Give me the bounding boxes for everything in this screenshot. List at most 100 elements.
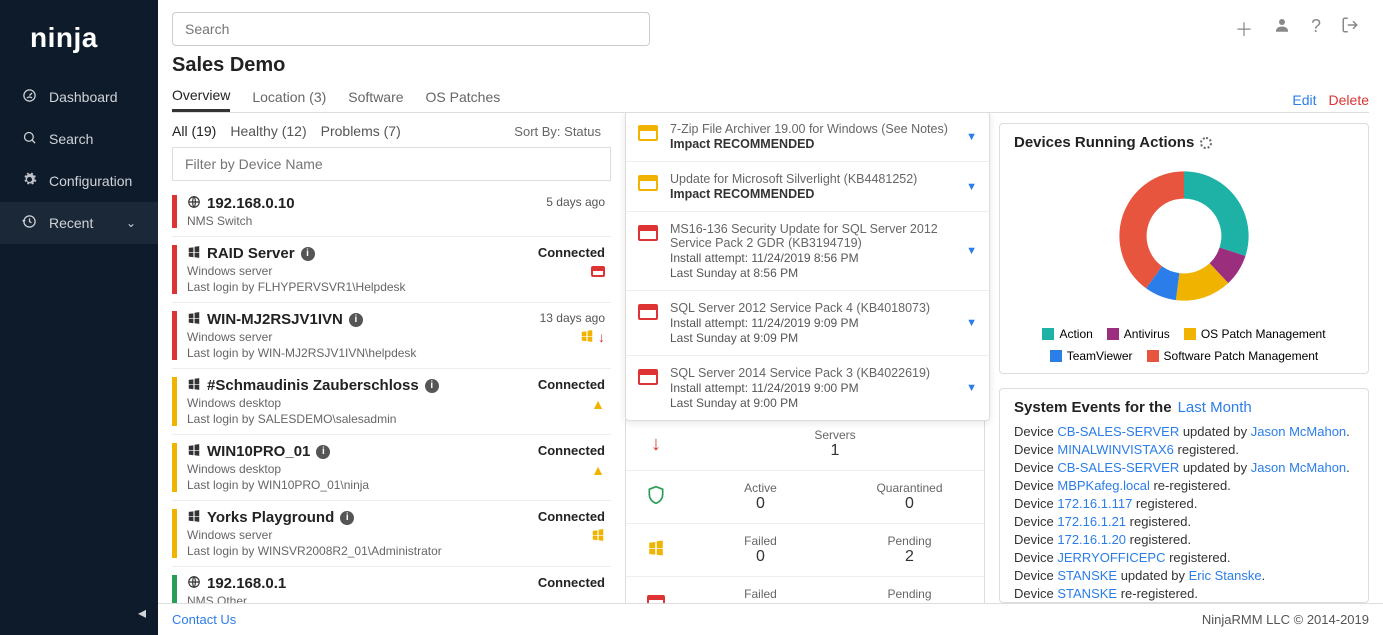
legend-item[interactable]: Software Patch Management xyxy=(1147,349,1319,363)
event-link[interactable]: STANSKE xyxy=(1057,586,1117,601)
device-filter-input[interactable] xyxy=(172,147,611,181)
event-link[interactable]: STANSKE xyxy=(1057,568,1117,583)
device-row[interactable]: Yorks Playgroundi Windows server Last lo… xyxy=(172,501,611,567)
tab-overview[interactable]: Overview xyxy=(172,87,230,112)
patch-attempt: Install attempt: 11/24/2019 9:00 PM xyxy=(670,381,954,395)
nav-list: DashboardSearchConfigurationRecent⌄ xyxy=(0,76,158,244)
patch-item[interactable]: 7-Zip File Archiver 19.00 for Windows (S… xyxy=(626,113,989,162)
tab-software[interactable]: Software xyxy=(348,89,403,111)
event-link[interactable]: 172.16.1.117 xyxy=(1057,496,1132,511)
device-row[interactable]: 192.168.0.1 NMS Other Connected xyxy=(172,567,611,603)
device-row[interactable]: WIN-MJ2RSJV1IVNi Windows server Last log… xyxy=(172,303,611,369)
patch-severity-icon xyxy=(638,304,658,320)
expand-icon[interactable]: ▼ xyxy=(966,131,977,143)
info-icon[interactable]: i xyxy=(301,247,315,261)
nav-item-search[interactable]: Search xyxy=(0,118,158,160)
device-row[interactable]: #Schmaudinis Zauberschlossi Windows desk… xyxy=(172,369,611,435)
patch-item[interactable]: MS16-136 Security Update for SQL Server … xyxy=(626,212,989,291)
sidebar: ninja DashboardSearchConfigurationRecent… xyxy=(0,0,158,635)
stat-label: Servers xyxy=(686,428,984,442)
events-card: System Events for the Last Month Device … xyxy=(999,388,1369,603)
device-row[interactable]: RAID Serveri Windows server Last login b… xyxy=(172,237,611,303)
donut-slice[interactable] xyxy=(1119,171,1184,288)
expand-icon[interactable]: ▼ xyxy=(966,317,977,329)
device-type: Windows server xyxy=(187,330,515,344)
stat-label: Pending xyxy=(835,587,984,601)
event-row: Device MINALWINVISTAX6 registered. xyxy=(1014,442,1354,457)
info-icon[interactable]: i xyxy=(340,511,354,525)
nav-item-configuration[interactable]: Configuration xyxy=(0,160,158,202)
copyright-text: NinjaRMM LLC © 2014-2019 xyxy=(1202,612,1369,627)
patch-title: SQL Server 2012 Service Pack 4 (KB401807… xyxy=(670,301,954,315)
help-icon[interactable]: ? xyxy=(1311,16,1321,42)
history-icon xyxy=(22,214,37,232)
donut-slice[interactable] xyxy=(1184,171,1249,256)
legend-item[interactable]: Action xyxy=(1042,327,1092,341)
filter-all-[interactable]: All (19) xyxy=(172,123,216,139)
legend-swatch xyxy=(1050,350,1062,362)
edit-link[interactable]: Edit xyxy=(1292,92,1316,108)
tab-location-[interactable]: Location (3) xyxy=(252,89,326,111)
event-link[interactable]: CB-SALES-SERVER xyxy=(1057,424,1179,439)
event-link[interactable]: MBPKafeg.local xyxy=(1057,478,1150,493)
event-row: Device STANSKE re-registered. xyxy=(1014,586,1354,601)
event-link[interactable]: Eric Stanske xyxy=(1189,568,1262,583)
device-list[interactable]: 192.168.0.10 NMS Switch 5 days ago RAID … xyxy=(172,187,611,603)
tab-os-patches[interactable]: OS Patches xyxy=(426,89,501,111)
sidebar-collapse-button[interactable]: ◂ xyxy=(0,591,158,635)
legend-item[interactable]: TeamViewer xyxy=(1050,349,1133,363)
device-row[interactable]: WIN10PRO_01i Windows desktop Last login … xyxy=(172,435,611,501)
device-login: Last login by WIN-MJ2RSJV1IVN\helpdesk xyxy=(187,346,515,360)
os-icon xyxy=(187,509,201,526)
patch-item[interactable]: SQL Server 2012 Service Pack 4 (KB401807… xyxy=(626,291,989,356)
stat-label: Failed xyxy=(686,587,835,601)
info-icon[interactable]: i xyxy=(425,379,439,393)
filter-healthy-[interactable]: Healthy (12) xyxy=(230,123,306,139)
device-row[interactable]: 192.168.0.10 NMS Switch 5 days ago xyxy=(172,187,611,237)
os-icon xyxy=(187,195,201,212)
connected-label: Connected xyxy=(515,245,605,260)
event-link[interactable]: Jason McMahon xyxy=(1251,424,1346,439)
event-link[interactable]: Jason McMahon xyxy=(1251,460,1346,475)
event-link[interactable]: JERRYOFFICEPC xyxy=(1057,550,1165,565)
expand-icon[interactable]: ▼ xyxy=(966,382,977,394)
nav-item-dashboard[interactable]: Dashboard xyxy=(0,76,158,118)
events-period-link[interactable]: Last Month xyxy=(1178,399,1252,416)
add-icon[interactable]: ＋ xyxy=(1235,16,1253,42)
stat-label: Quarantined xyxy=(835,481,984,495)
expand-icon[interactable]: ▼ xyxy=(966,245,977,257)
gear-icon xyxy=(22,172,37,190)
event-row: Device 172.16.1.117 registered. xyxy=(1014,496,1354,511)
event-link[interactable]: MINALWINVISTAX6 xyxy=(1057,442,1174,457)
search-input[interactable] xyxy=(172,12,650,46)
user-icon[interactable] xyxy=(1273,16,1291,42)
contact-us-link[interactable]: Contact Us xyxy=(172,612,236,627)
event-link[interactable]: CB-SALES-SERVER xyxy=(1057,460,1179,475)
info-icon[interactable]: i xyxy=(349,313,363,327)
patch-item[interactable]: SQL Server 2014 Service Pack 3 (KB402261… xyxy=(626,356,989,420)
legend-item[interactable]: OS Patch Management xyxy=(1184,327,1326,341)
chart-legend: Action Antivirus OS Patch Management TeamVi… xyxy=(1014,327,1354,363)
stat-label: Active xyxy=(686,481,835,495)
event-row: Device STANSKE updated by Eric Stanske. xyxy=(1014,568,1354,583)
actions-card-title: Devices Running Actions xyxy=(1014,134,1354,151)
stat-value: 1 xyxy=(835,601,984,603)
event-link[interactable]: 172.16.1.20 xyxy=(1057,532,1126,547)
patch-item[interactable]: Update for Microsoft Silverlight (KB4481… xyxy=(626,162,989,212)
patch-last: Last Sunday at 9:00 PM xyxy=(670,396,954,410)
info-icon[interactable]: i xyxy=(316,445,330,459)
logout-icon[interactable] xyxy=(1341,16,1359,42)
legend-item[interactable]: Antivirus xyxy=(1107,327,1170,341)
patch-severity-icon xyxy=(638,225,658,241)
delete-link[interactable]: Delete xyxy=(1329,92,1369,108)
os-icon xyxy=(187,377,201,394)
nav-item-recent[interactable]: Recent⌄ xyxy=(0,202,158,244)
sort-by[interactable]: Sort By: Status xyxy=(514,124,611,139)
expand-icon[interactable]: ▼ xyxy=(966,181,977,193)
device-column: All (19) Healthy (12) Problems (7) Sort By:… xyxy=(172,123,611,603)
device-filters: All (19) Healthy (12) Problems (7) Sort By:… xyxy=(172,123,611,139)
device-login: Last login by WIN10PRO_01\ninja xyxy=(187,478,515,492)
filter-problems-[interactable]: Problems (7) xyxy=(321,123,401,139)
patch-severity-icon xyxy=(638,125,658,141)
event-link[interactable]: 172.16.1.21 xyxy=(1057,514,1126,529)
